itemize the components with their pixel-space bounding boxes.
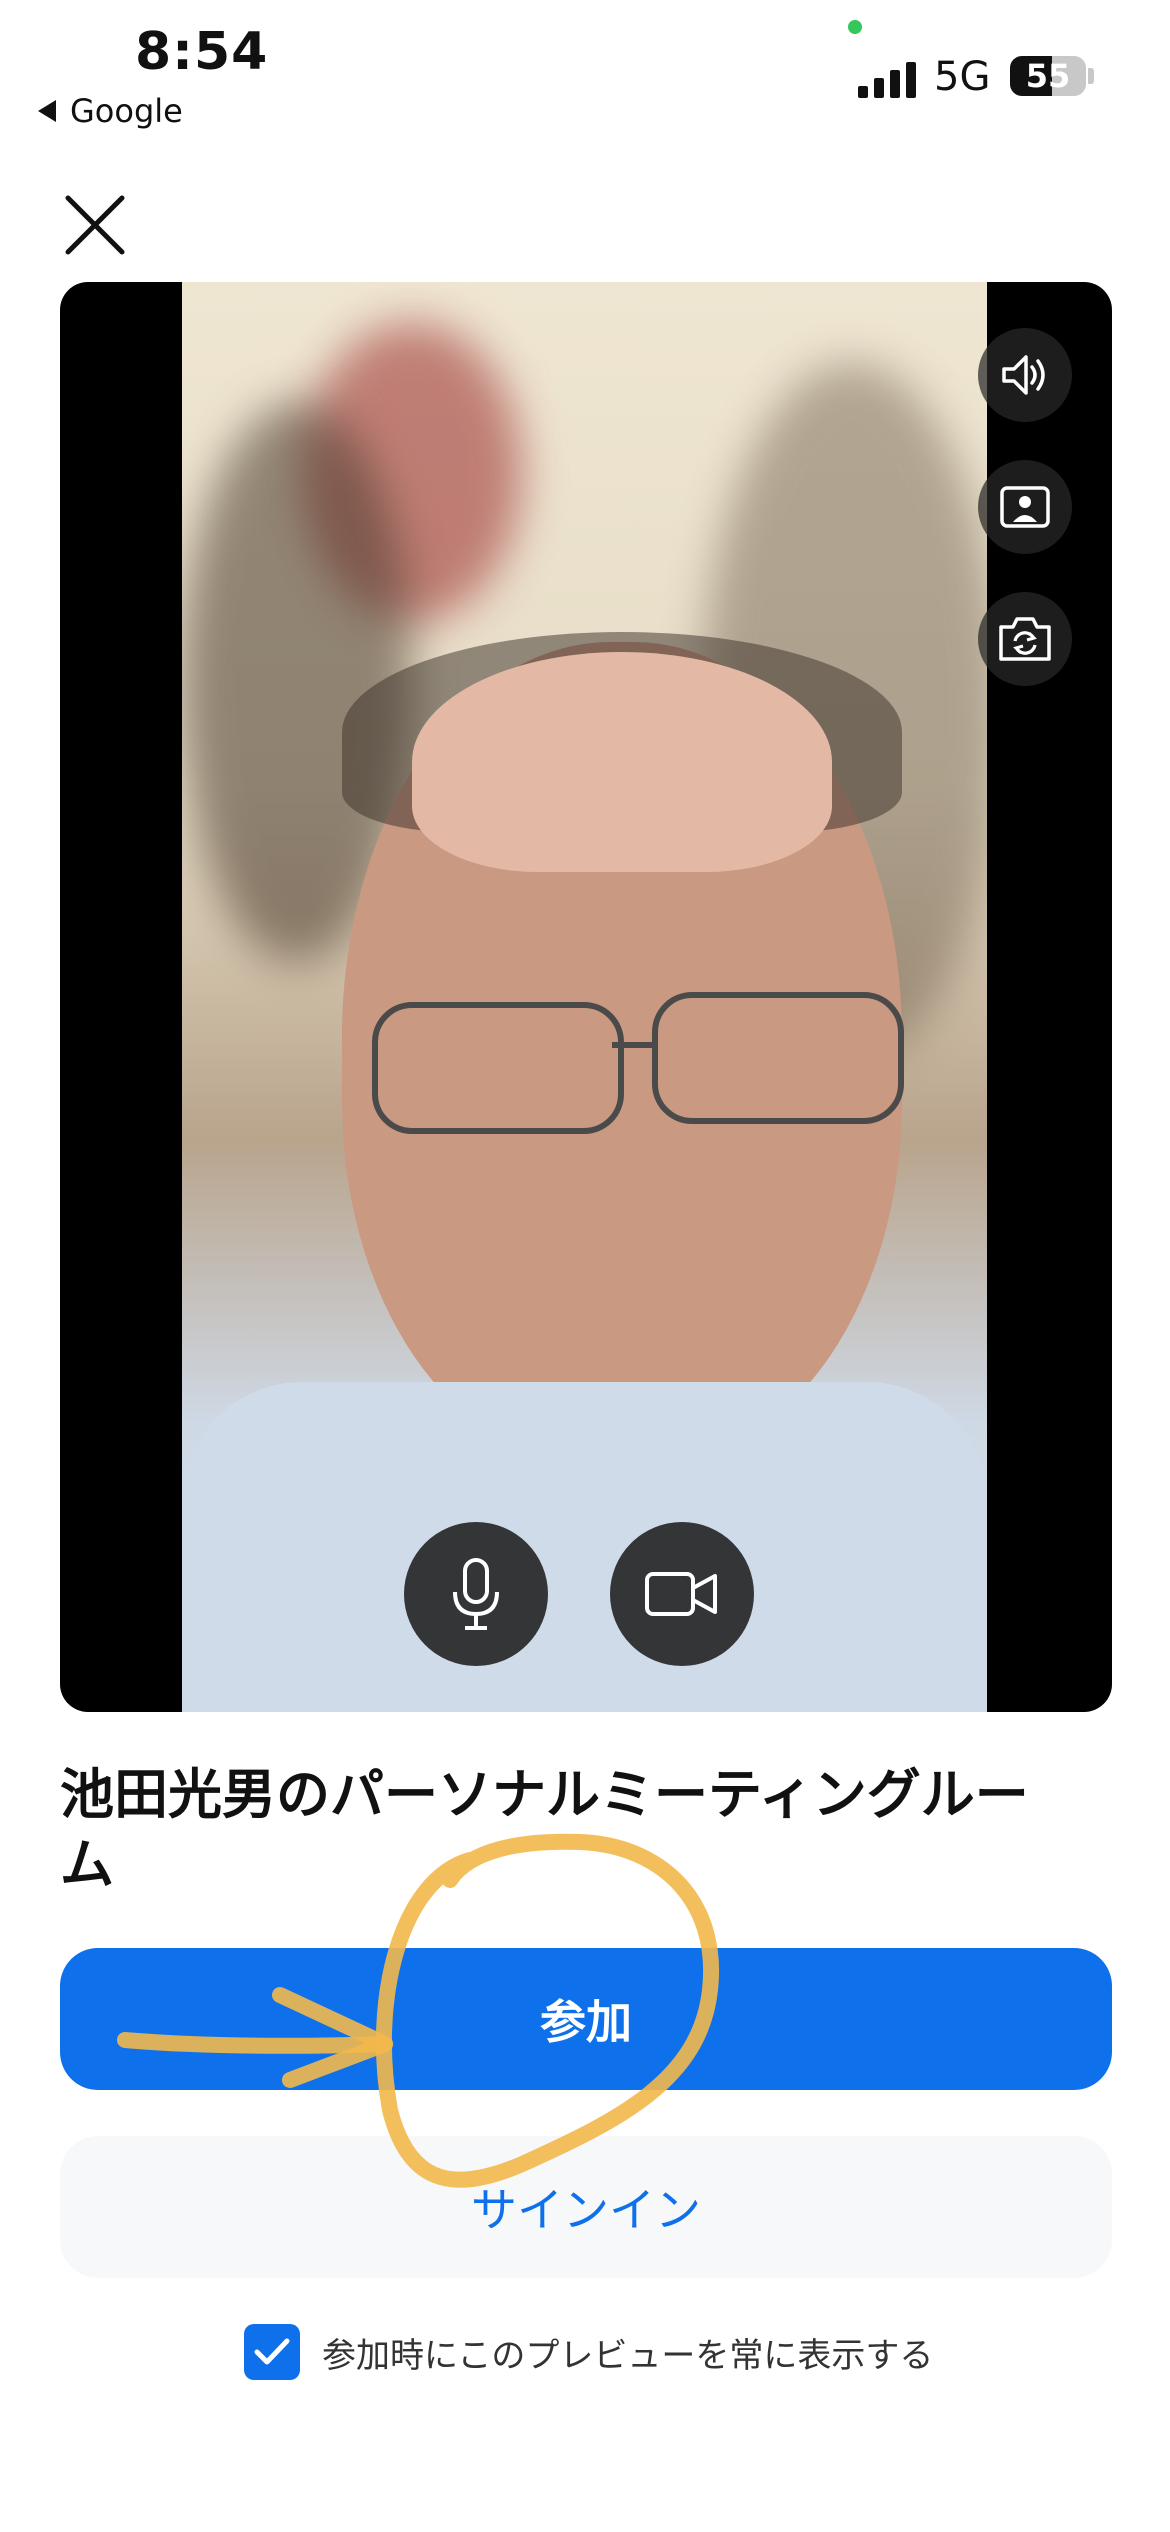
- virtual-background-button[interactable]: [978, 460, 1072, 554]
- camera-feed: [182, 282, 987, 1712]
- back-to-app-link[interactable]: Google: [38, 92, 183, 130]
- network-type: 5G: [934, 54, 991, 100]
- meeting-title: 池田光男のパーソナルミーティングルーム: [60, 1763, 1029, 1897]
- cellular-signal-icon: [858, 58, 918, 98]
- back-app-label: Google: [70, 92, 183, 130]
- video-preview: [60, 282, 1112, 1712]
- speaker-icon: [1002, 355, 1045, 395]
- microphone-button[interactable]: [404, 1522, 548, 1666]
- back-triangle-icon: [38, 100, 56, 122]
- close-icon[interactable]: [62, 192, 128, 258]
- join-button[interactable]: 参加: [60, 1948, 1112, 2090]
- microphone-icon: [453, 1558, 499, 1630]
- battery-icon: 55: [1010, 56, 1086, 96]
- battery-tip: [1088, 68, 1094, 84]
- always-show-preview-label: 参加時にこのプレビューを常に表示する: [322, 2335, 934, 2376]
- status-time: 8:54: [135, 22, 269, 82]
- signin-button[interactable]: サインイン: [60, 2136, 1112, 2278]
- camera-flip-icon: [999, 617, 1051, 661]
- battery-level: 55: [1025, 57, 1071, 95]
- switch-camera-button[interactable]: [978, 592, 1072, 686]
- virtual-background-icon: [1000, 486, 1050, 528]
- speaker-button[interactable]: [978, 328, 1072, 422]
- camera-in-use-indicator: [848, 20, 862, 34]
- always-show-preview-checkbox[interactable]: [244, 2324, 300, 2380]
- video-toggle-button[interactable]: [610, 1522, 754, 1666]
- video-camera-icon: [645, 1572, 717, 1616]
- checkmark-icon: [254, 2338, 290, 2365]
- always-show-preview-option[interactable]: 参加時にこのプレビューを常に表示する: [244, 2324, 933, 2380]
